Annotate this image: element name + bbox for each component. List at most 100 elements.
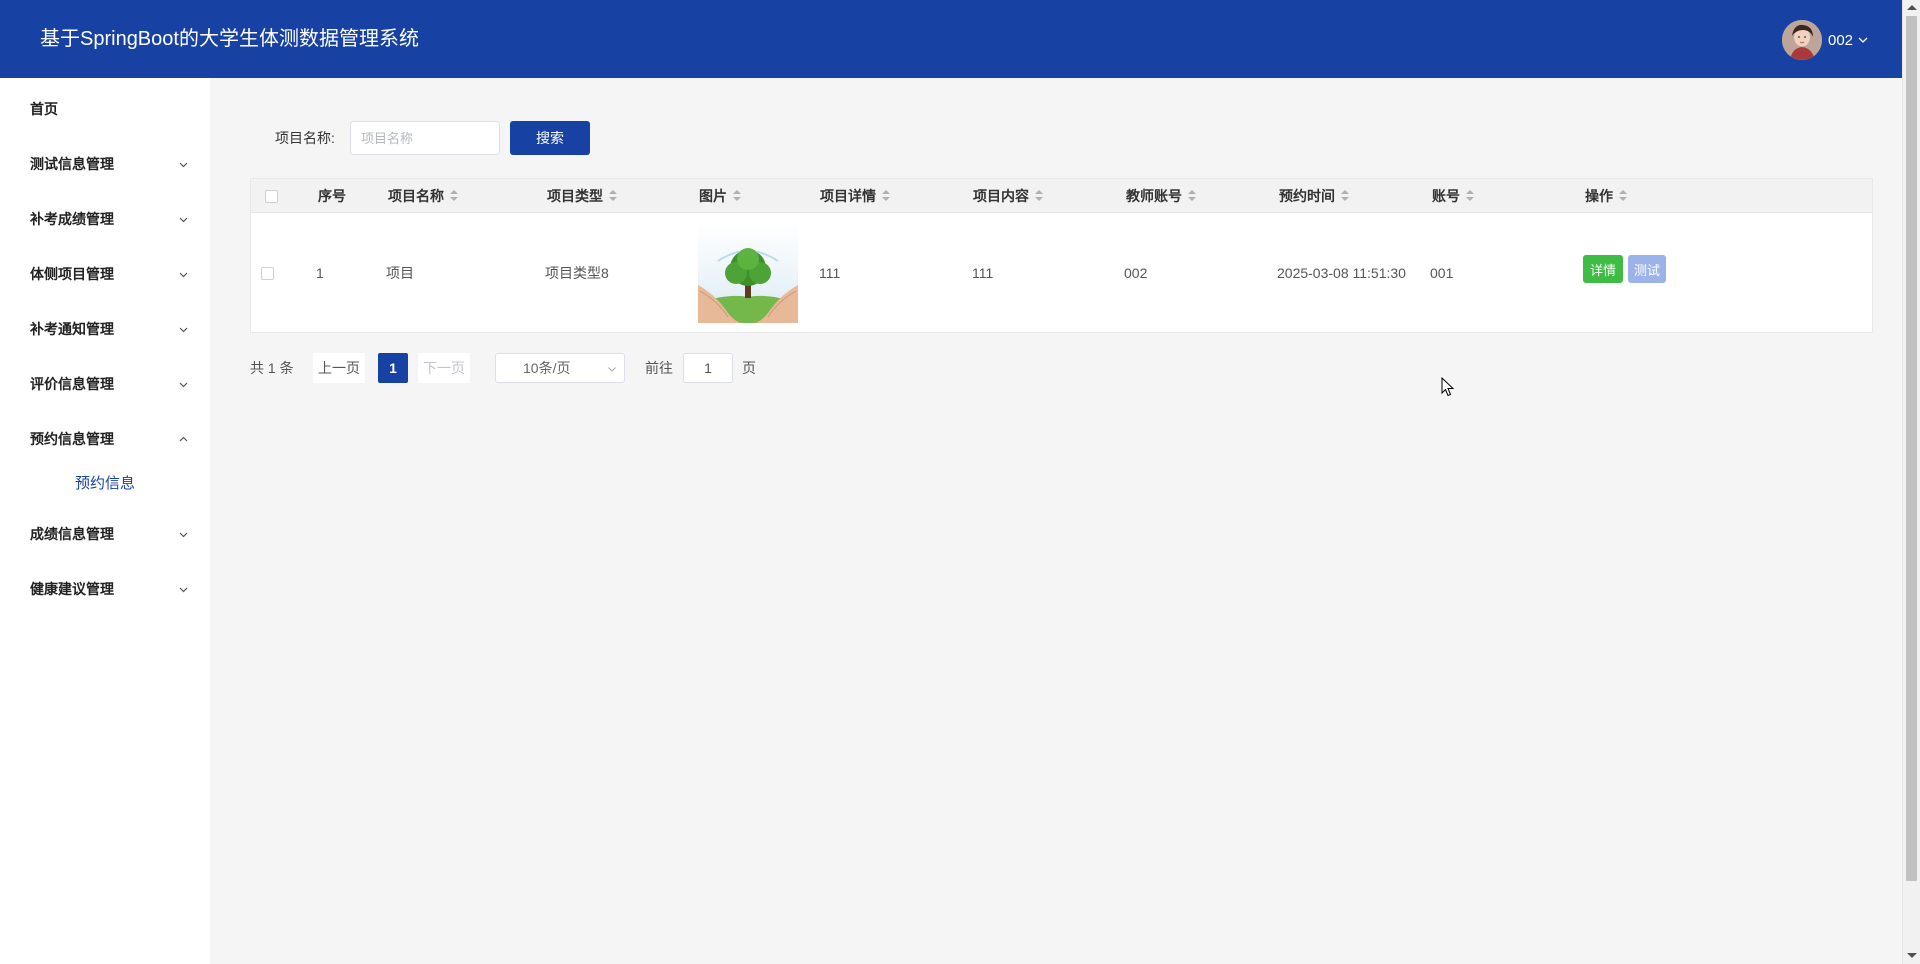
search-label: 项目名称:	[275, 130, 335, 146]
sidebar-item-test-projects[interactable]: 体侧项目管理	[0, 252, 210, 296]
tree-in-hands-image[interactable]	[698, 223, 798, 323]
page-size-value: 10条/页	[523, 360, 571, 376]
sidebar-item-label: 预约信息管理	[30, 431, 114, 447]
column-header-type[interactable]: 项目类型	[547, 179, 617, 213]
cell-time: 2025-03-08 11:51:30	[1277, 265, 1406, 281]
sort-icon[interactable]	[1466, 190, 1474, 202]
scroll-up-arrow-icon[interactable]	[1907, 5, 1917, 10]
sidebar-subitem-reservation-info[interactable]: 预约信息	[0, 462, 210, 502]
cell-actions: 详情 测试	[1583, 209, 1667, 329]
column-header-time[interactable]: 预约时间	[1279, 179, 1349, 213]
page-suffix-label: 页	[742, 360, 756, 376]
column-header-label: 项目详情	[820, 188, 876, 204]
sidebar-item-health-advice[interactable]: 健康建议管理	[0, 567, 210, 611]
pagination-total: 共 1 条	[250, 360, 294, 376]
sort-icon[interactable]	[733, 190, 741, 202]
sidebar-item-label: 测试信息管理	[30, 156, 114, 172]
sidebar-item-label: 评价信息管理	[30, 376, 114, 392]
chevron-up-icon	[179, 436, 188, 442]
column-header-teacher-account[interactable]: 教师账号	[1126, 179, 1196, 213]
sidebar-item-makeup-notices[interactable]: 补考通知管理	[0, 307, 210, 351]
sort-icon[interactable]	[1341, 190, 1349, 202]
user-menu[interactable]: 002	[1782, 20, 1869, 60]
sidebar: 首页 测试信息管理 补考成绩管理 体侧项目管理 补考通知管理 评价信息管理 预约…	[0, 78, 210, 964]
column-header-label: 序号	[318, 188, 346, 204]
column-header-label: 项目内容	[973, 188, 1029, 204]
goto-page-input[interactable]	[683, 353, 733, 383]
cell-content: 111	[972, 265, 994, 281]
column-header-image[interactable]: 图片	[699, 179, 741, 213]
sort-icon[interactable]	[1035, 190, 1043, 202]
column-header-content[interactable]: 项目内容	[973, 179, 1043, 213]
column-header-label: 预约时间	[1279, 188, 1335, 204]
sidebar-item-label: 成绩信息管理	[30, 526, 114, 542]
select-all-cell[interactable]	[265, 179, 278, 213]
sidebar-item-reservations[interactable]: 预约信息管理	[0, 417, 210, 461]
chevron-down-icon	[179, 162, 188, 168]
cell-index: 1	[316, 265, 324, 281]
next-page-button[interactable]: 下一页	[418, 353, 470, 383]
cell-account: 001	[1430, 265, 1454, 281]
sidebar-item-score-info[interactable]: 成绩信息管理	[0, 512, 210, 556]
chevron-down-icon	[179, 327, 188, 333]
sort-icon[interactable]	[609, 190, 617, 202]
sort-icon[interactable]	[450, 190, 458, 202]
chevron-down-icon	[179, 587, 188, 593]
column-header-account[interactable]: 账号	[1432, 179, 1474, 213]
row-checkbox[interactable]	[261, 266, 274, 280]
cell-teacher-account: 002	[1124, 265, 1148, 281]
select-all-checkbox[interactable]	[265, 189, 278, 203]
sort-icon[interactable]	[1619, 190, 1627, 202]
column-header-name[interactable]: 项目名称	[388, 179, 458, 213]
column-header-label: 操作	[1585, 188, 1613, 204]
sidebar-item-label: 首页	[30, 101, 58, 117]
test-button[interactable]: 测试	[1628, 255, 1667, 283]
data-table: 序号 项目名称 项目类型 图片 项目详情 项目内容 教师账号 预约时间 账号 操…	[250, 178, 1873, 333]
column-header-label: 项目类型	[547, 188, 603, 204]
chevron-down-icon	[179, 382, 188, 388]
scroll-down-arrow-icon[interactable]	[1907, 953, 1917, 958]
scrollbar-thumb[interactable]	[1906, 16, 1917, 881]
column-header-index: 序号	[318, 179, 346, 213]
table-header: 序号 项目名称 项目类型 图片 项目详情 项目内容 教师账号 预约时间 账号 操…	[251, 179, 1872, 213]
column-header-label: 教师账号	[1126, 188, 1182, 204]
page-number-current[interactable]: 1	[378, 353, 408, 383]
chevron-down-icon[interactable]	[1857, 34, 1869, 46]
column-header-label: 项目名称	[388, 188, 444, 204]
page-scrollbar[interactable]	[1902, 0, 1920, 964]
sidebar-item-label: 健康建议管理	[30, 581, 114, 597]
sidebar-item-label: 体侧项目管理	[30, 266, 114, 282]
username-label[interactable]: 002	[1828, 32, 1853, 49]
sidebar-item-test-info[interactable]: 测试信息管理	[0, 142, 210, 186]
sidebar-item-label: 补考通知管理	[30, 321, 114, 337]
chevron-down-icon	[179, 272, 188, 278]
sidebar-item-evaluations[interactable]: 评价信息管理	[0, 362, 210, 406]
top-header: 基于SpringBoot的大学生体测数据管理系统 002	[0, 0, 1902, 78]
mouse-cursor-icon	[1441, 377, 1455, 397]
cell-name: 项目	[386, 265, 414, 281]
row-select-cell[interactable]	[261, 213, 274, 333]
page-size-select[interactable]: 10条/页	[495, 353, 625, 383]
column-header-label: 图片	[699, 188, 727, 204]
goto-label: 前往	[645, 360, 673, 376]
sort-icon[interactable]	[882, 190, 890, 202]
chevron-down-icon	[179, 217, 188, 223]
sidebar-item-home[interactable]: 首页	[0, 87, 210, 131]
prev-page-button[interactable]: 上一页	[313, 353, 365, 383]
cell-type: 项目类型8	[545, 265, 609, 281]
app-title: 基于SpringBoot的大学生体测数据管理系统	[40, 28, 419, 50]
sidebar-subitem-label: 预约信息	[75, 474, 136, 492]
chevron-down-icon	[608, 367, 616, 372]
cell-detail: 111	[819, 265, 841, 281]
column-header-detail[interactable]: 项目详情	[820, 179, 890, 213]
search-input[interactable]	[350, 121, 500, 155]
search-button[interactable]: 搜索	[510, 121, 590, 155]
sidebar-item-label: 补考成绩管理	[30, 211, 114, 227]
sidebar-item-makeup-scores[interactable]: 补考成绩管理	[0, 197, 210, 241]
avatar[interactable]	[1782, 20, 1822, 60]
chevron-down-icon	[179, 532, 188, 538]
detail-button[interactable]: 详情	[1583, 255, 1624, 283]
sort-icon[interactable]	[1188, 190, 1196, 202]
column-header-actions[interactable]: 操作	[1585, 179, 1627, 213]
cell-image	[698, 213, 798, 333]
